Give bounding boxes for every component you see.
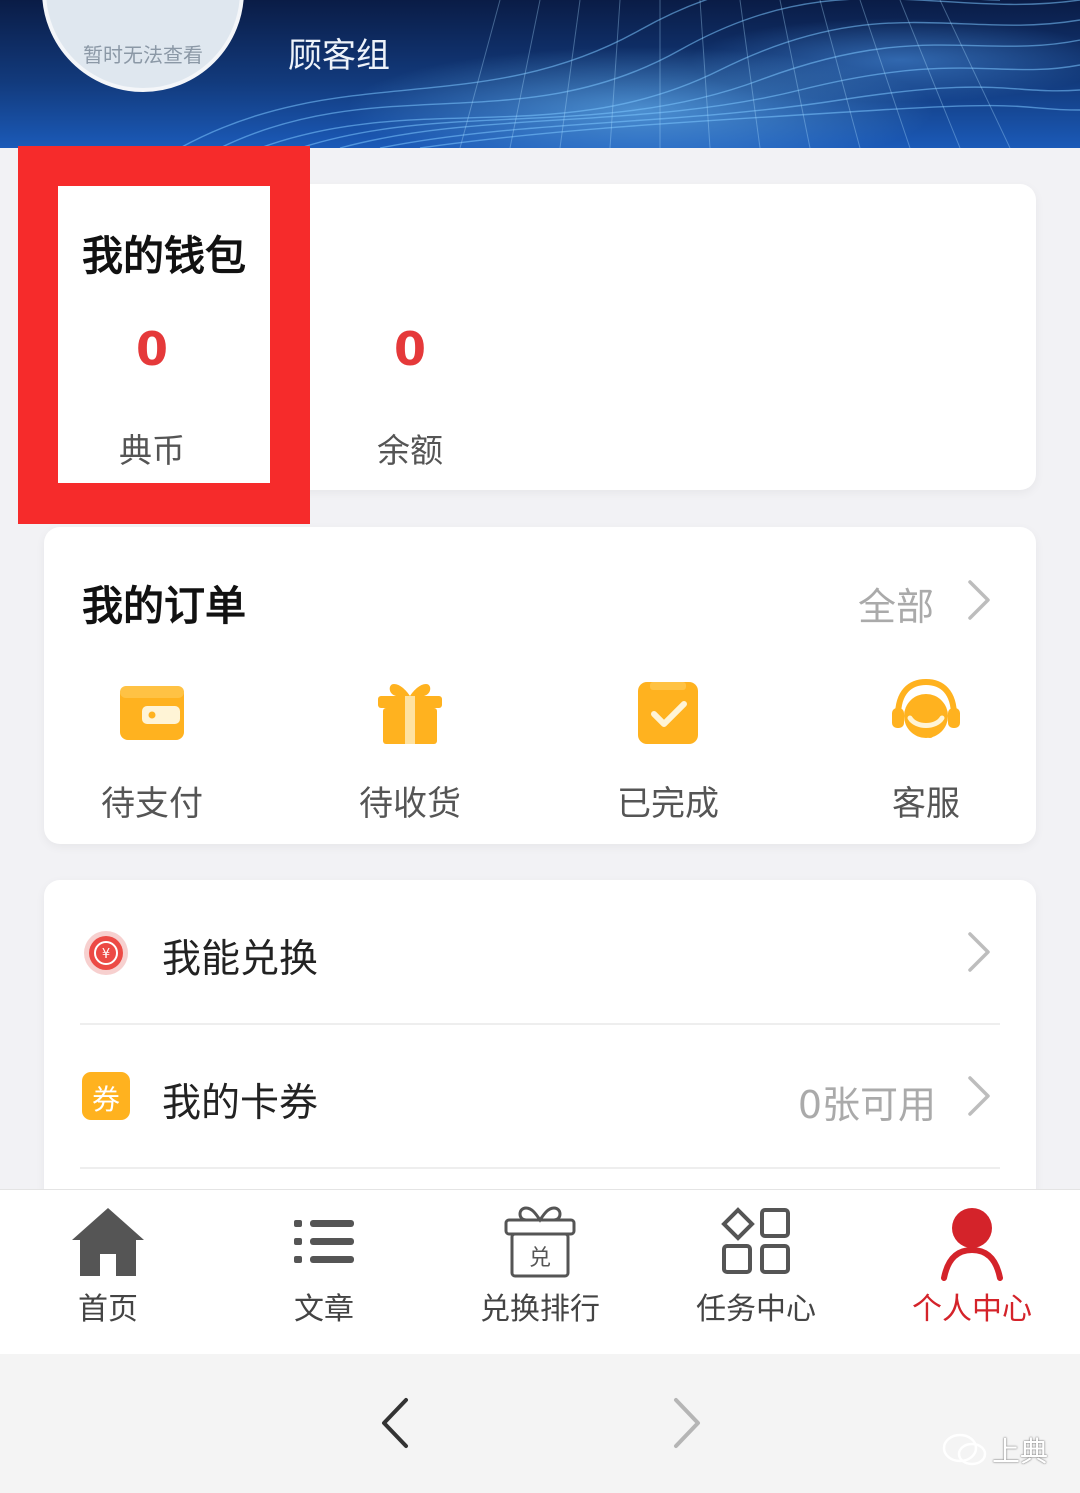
order-completed[interactable]: 已完成: [568, 676, 768, 826]
tab-articles[interactable]: 文章: [216, 1190, 432, 1355]
user-group-label: 顾客组: [288, 36, 390, 76]
browser-navigation-bar: [0, 1354, 1080, 1493]
coupons-available-count: 0张可用: [797, 1083, 936, 1127]
coin-balance-label[interactable]: 典币: [82, 424, 222, 472]
tab-home[interactable]: 首页: [0, 1190, 216, 1355]
customer-service-label: 客服: [892, 784, 960, 824]
bottom-tab-bar: 首页 文章 兑 兑换排行 任务中心 个人中心: [0, 1189, 1080, 1355]
chevron-right-icon[interactable]: [964, 578, 994, 622]
customer-service[interactable]: 客服: [826, 676, 1026, 826]
tab-articles-label: 文章: [294, 1292, 354, 1327]
coin-balance-value[interactable]: 0: [92, 322, 212, 376]
tab-exchange-ranking[interactable]: 兑 兑换排行: [432, 1190, 648, 1355]
menu-divider: [80, 1167, 1000, 1169]
tab-personal-center[interactable]: 个人中心: [864, 1190, 1080, 1355]
menu-item-exchangeable[interactable]: ¥ 我能兑换: [44, 882, 1036, 1022]
coupon-icon-text: 券: [91, 1083, 120, 1116]
menu-divider: [80, 1023, 1000, 1025]
menu-item-exchangeable-label: 我能兑换: [162, 937, 319, 982]
tab-task-center[interactable]: 任务中心: [648, 1190, 864, 1355]
menu-item-coupons[interactable]: 券 我的卡券 0张可用: [44, 1026, 1036, 1166]
headset-icon: [892, 678, 960, 738]
checkmark-clipboard-icon: [638, 682, 698, 744]
wallet-icon: [120, 686, 184, 740]
balance-label[interactable]: 余额: [340, 424, 480, 472]
forward-arrow-icon[interactable]: [668, 1396, 704, 1450]
order-pending-payment[interactable]: 待支付: [52, 676, 252, 826]
order-completed-label: 已完成: [617, 784, 719, 824]
yuan-coin-icon: ¥: [84, 931, 128, 975]
gift-box-icon: 兑: [504, 1206, 576, 1278]
chevron-right-icon: [968, 1076, 990, 1116]
list-icon: [294, 1220, 354, 1263]
gift-icon: [378, 684, 442, 744]
order-pending-payment-label: 待支付: [101, 784, 203, 824]
back-arrow-icon[interactable]: [378, 1396, 414, 1450]
wallet-title: 我的钱包: [82, 232, 246, 280]
person-icon: [941, 1208, 1003, 1281]
tab-task-center-label: 任务中心: [696, 1292, 816, 1327]
all-orders-link[interactable]: 全部: [858, 576, 934, 631]
orders-title: 我的订单: [82, 582, 246, 630]
watermark-text: 上典: [992, 1435, 1049, 1468]
chevron-right-icon: [968, 932, 990, 972]
home-icon: [72, 1208, 144, 1276]
tab-personal-center-label: 个人中心: [912, 1292, 1032, 1327]
gift-box-icon-text: 兑: [529, 1246, 551, 1271]
balance-value[interactable]: 0: [350, 322, 470, 376]
wechat-icon: [942, 1433, 987, 1466]
svg-text:¥: ¥: [102, 947, 110, 962]
profile-header: 暂时无法查看 顾客组: [0, 0, 1080, 148]
order-pending-delivery[interactable]: 待收货: [310, 676, 510, 826]
grid-icon: [721, 1207, 790, 1274]
tab-exchange-ranking-label: 兑换排行: [480, 1292, 600, 1327]
avatar-placeholder-text: 暂时无法查看: [83, 43, 203, 67]
order-pending-delivery-label: 待收货: [359, 784, 461, 824]
menu-item-coupons-label: 我的卡券: [162, 1081, 319, 1126]
tab-home-label: 首页: [78, 1292, 138, 1327]
coupon-icon: 券: [82, 1072, 130, 1120]
